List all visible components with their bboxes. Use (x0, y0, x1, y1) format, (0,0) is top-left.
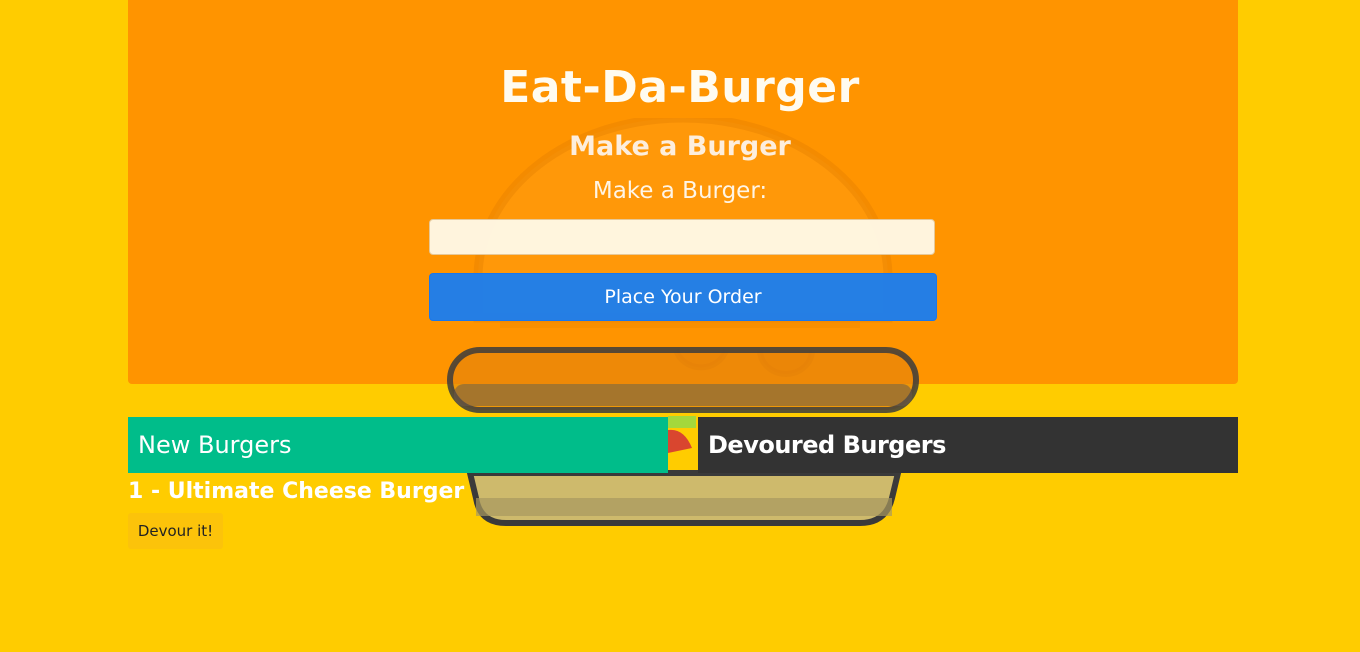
page-subtitle: Make a Burger (569, 131, 791, 162)
new-burgers-header: New Burgers (128, 417, 668, 473)
devour-button[interactable]: Devour it! (128, 513, 223, 549)
devoured-burgers-header: Devoured Burgers (698, 417, 1238, 473)
burger-name-input[interactable] (429, 219, 935, 255)
page-title: Eat-Da-Burger (500, 62, 860, 113)
place-order-button[interactable]: Place Your Order (429, 273, 937, 321)
burger-list-item: 1 - Ultimate Cheese Burger (128, 479, 465, 504)
burger-input-label: Make a Burger: (592, 178, 768, 204)
